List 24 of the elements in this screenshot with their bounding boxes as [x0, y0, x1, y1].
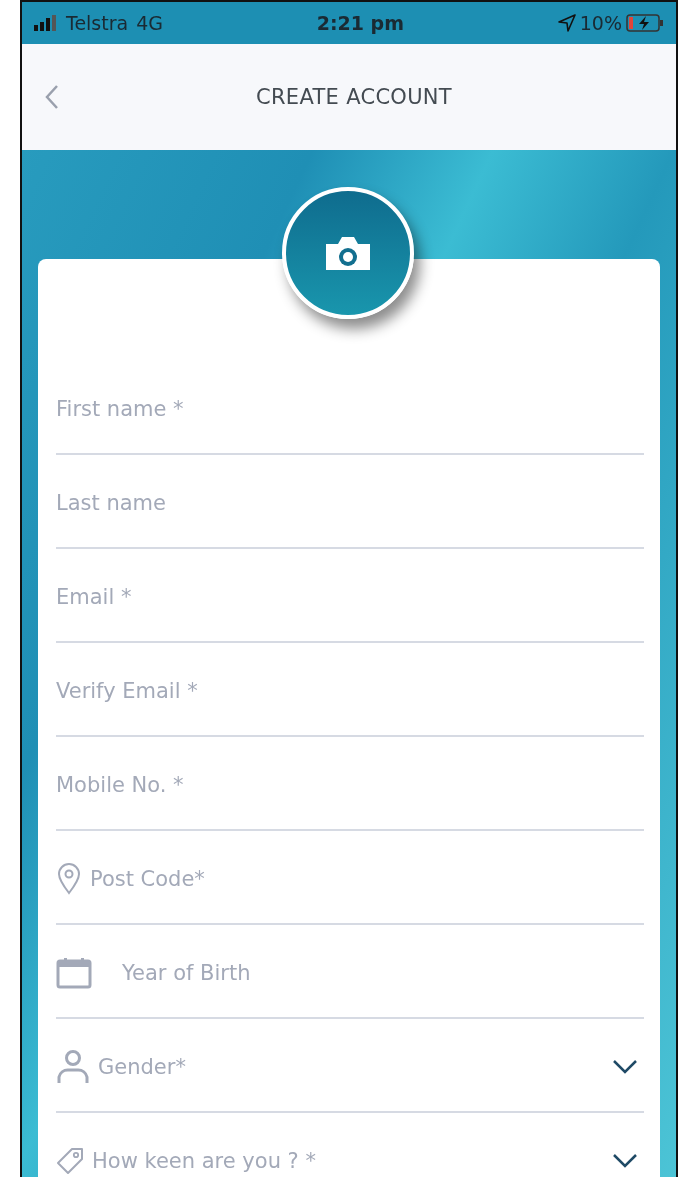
input-field[interactable]: First name * — [56, 391, 644, 427]
signal-icon — [34, 15, 58, 31]
network-type: 4G — [136, 12, 163, 34]
input-field[interactable]: Last name — [56, 485, 644, 521]
input-field[interactable]: Post Code* — [90, 861, 644, 897]
chevron-down-icon[interactable] — [612, 1153, 638, 1169]
camera-icon — [324, 234, 372, 272]
input-field[interactable]: Year of Birth — [122, 955, 644, 991]
chevron-down-icon[interactable] — [612, 1059, 638, 1075]
tag-icon — [56, 1147, 84, 1175]
input-field[interactable]: Gender* — [98, 1049, 604, 1085]
page-title: CREATE ACCOUNT — [255, 85, 453, 109]
input-field[interactable]: How keen are you ? * — [92, 1143, 604, 1177]
input-field[interactable]: Mobile No. * — [56, 767, 644, 803]
carrier-name: Telstra — [66, 12, 129, 34]
battery-percent: 10% — [579, 12, 622, 34]
calendar-icon — [56, 957, 92, 989]
battery-charging-icon — [626, 13, 664, 33]
input-field[interactable]: Email * — [56, 579, 644, 615]
location-arrow-icon — [557, 14, 576, 32]
input-field[interactable]: Verify Email * — [56, 673, 644, 709]
person-icon — [56, 1049, 90, 1085]
location-pin-icon — [56, 863, 82, 895]
status-time: 2:21 pm — [316, 12, 404, 34]
